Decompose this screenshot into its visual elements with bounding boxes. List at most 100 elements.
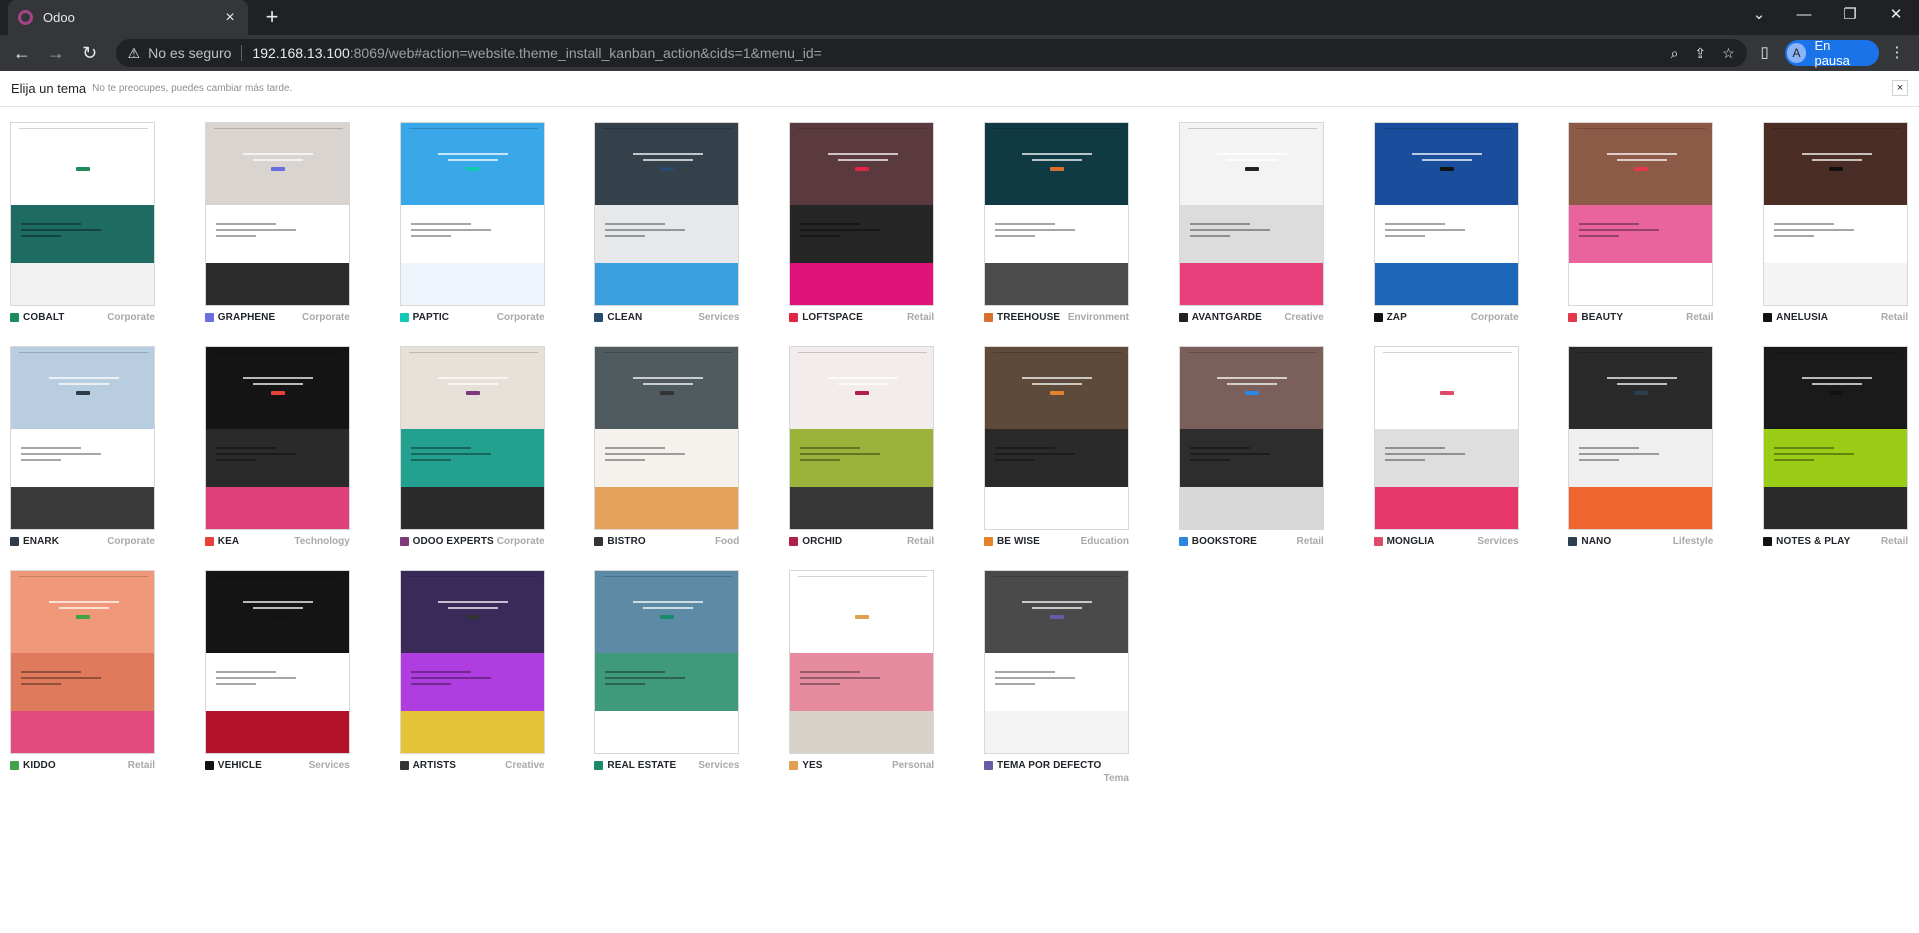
theme-card[interactable]: BEAUTY Retail [1568,122,1714,326]
browser-menu-icon[interactable]: ⋮ [1883,39,1911,67]
theme-preview-image[interactable] [789,122,935,306]
theme-card[interactable]: VEHICLE Services [204,570,350,774]
theme-preview-image[interactable] [1373,346,1519,530]
theme-card[interactable]: REAL ESTATE Services [594,570,740,774]
theme-card[interactable]: KEA Technology [204,346,350,550]
preview-section [400,205,544,263]
theme-card[interactable]: BOOKSTORE Retail [1178,346,1324,550]
forward-arrow-icon[interactable]: → [42,39,70,67]
theme-card[interactable]: BISTRO Food [594,346,740,550]
theme-preview-image[interactable] [983,570,1129,754]
theme-preview-image[interactable] [10,346,155,530]
close-button[interactable]: × [1892,80,1908,96]
preview-text-line [21,229,101,231]
theme-name: CLEAN [607,311,643,323]
theme-preview-image[interactable] [983,122,1129,306]
theme-card[interactable]: COBALT Corporate [10,122,155,326]
theme-preview-image[interactable] [594,570,740,754]
theme-card[interactable]: CLEAN Services [594,122,740,326]
zoom-icon[interactable]: ⌕ [1671,45,1679,62]
theme-card[interactable]: TEMA POR DEFECTO Tema [983,570,1129,784]
theme-preview-image[interactable] [594,346,740,530]
close-tab-icon[interactable]: × [222,9,238,27]
theme-preview-image[interactable] [983,346,1129,530]
minimize-window-icon[interactable]: — [1781,0,1827,30]
preview-text-line [800,223,861,225]
theme-card[interactable]: PAPTIC Corporate [399,122,545,326]
tab-search-icon[interactable]: ⌄ [1736,0,1782,30]
profile-button[interactable]: A En pausa [1784,38,1880,68]
preview-section [205,429,349,487]
theme-card[interactable]: AVANTGARDE Creative [1178,122,1324,326]
theme-preview-image[interactable] [10,570,155,754]
theme-card[interactable]: NOTES & PLAY Retail [1763,346,1909,550]
theme-card[interactable]: GRAPHENE Corporate [204,122,350,326]
theme-caption: NANO Lifestyle [1568,534,1713,548]
preview-section [790,205,934,263]
theme-card[interactable]: ENARK Corporate [10,346,155,550]
preview-text-line [253,383,304,385]
restore-window-icon[interactable]: ❐ [1827,0,1873,30]
theme-preview-image[interactable] [1568,346,1714,530]
theme-preview-image[interactable] [789,346,935,530]
address-bar[interactable]: ⚠ No es seguro 192.168.13.100 :8069/web#… [115,39,1747,67]
theme-card[interactable]: MONGLIA Services [1373,346,1519,550]
preview-text-line [215,453,296,455]
preview-button [1439,167,1454,171]
theme-preview-image[interactable] [204,122,350,306]
new-tab-button[interactable]: + [258,4,286,32]
theme-preview-image[interactable] [1568,122,1714,306]
theme-caption: GRAPHENE Corporate [204,310,350,324]
preview-nav [19,352,148,353]
theme-preview-image[interactable] [204,570,350,754]
theme-preview-image[interactable] [10,122,155,306]
theme-card[interactable]: LOFTSPACE Retail [789,122,935,326]
theme-preview-image[interactable] [1178,122,1324,306]
preview-text-line [827,153,898,155]
theme-preview-image[interactable] [1763,122,1909,306]
theme-preview-image[interactable] [399,346,545,530]
not-secure-label: No es seguro [148,45,232,61]
theme-preview-image[interactable] [399,122,545,306]
theme-category: Retail [1296,535,1324,547]
preview-text-line [253,607,304,609]
browser-tab[interactable]: Odoo × [8,0,248,35]
theme-preview-image[interactable] [594,122,740,306]
theme-preview-image[interactable] [1763,346,1909,530]
theme-name: ENARK [23,535,60,547]
preview-text-line [21,453,101,455]
theme-preview-image[interactable] [1373,122,1519,306]
preview-text-line [21,671,81,673]
theme-preview-image[interactable] [789,570,935,754]
theme-logo-icon [1178,312,1188,322]
reload-icon[interactable]: ↻ [76,39,104,67]
theme-category: Creative [1284,311,1324,323]
preview-section [1764,205,1908,263]
theme-logo-icon [594,760,604,770]
theme-preview-image[interactable] [1178,346,1324,530]
bookmark-star-icon[interactable]: ☆ [1722,45,1735,62]
theme-name: YES [802,759,823,771]
theme-card[interactable]: ANELUSIA Retail [1763,122,1909,326]
theme-card[interactable]: BE WISE Education [983,346,1129,550]
side-panel-icon[interactable]: ▯ [1751,39,1779,67]
theme-card[interactable]: ARTISTS Creative [399,570,545,774]
theme-preview-image[interactable] [204,346,350,530]
theme-card[interactable]: TREEHOUSE Environment [983,122,1129,326]
theme-card[interactable]: ORCHID Retail [789,346,935,550]
theme-card[interactable]: ODOO EXPERTS Corporate [399,346,545,550]
preview-section [790,429,934,487]
preview-text-line [1579,453,1660,455]
share-icon[interactable]: ⇪ [1694,45,1706,62]
back-arrow-icon[interactable]: ← [8,39,36,67]
preview-text-line [215,671,276,673]
theme-logo-icon [594,312,604,322]
theme-preview-image[interactable] [399,570,545,754]
theme-card[interactable]: ZAP Corporate [1373,122,1519,326]
theme-card[interactable]: YES Personal [789,570,935,774]
theme-category: Retail [1880,535,1909,547]
preview-nav [798,128,928,129]
theme-card[interactable]: KIDDO Retail [10,570,155,774]
theme-card[interactable]: NANO Lifestyle [1568,346,1714,550]
close-window-icon[interactable]: ✕ [1873,0,1919,30]
